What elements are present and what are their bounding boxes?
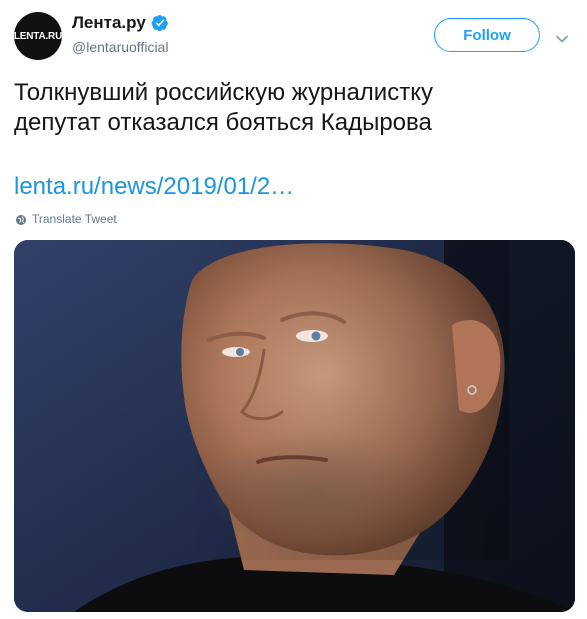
chevron-down-icon[interactable] bbox=[556, 30, 568, 43]
display-name[interactable]: Лента.ру bbox=[72, 13, 146, 33]
follow-button[interactable]: Follow bbox=[434, 18, 540, 52]
tweet-link[interactable]: lenta.ru/news/2019/01/2… bbox=[14, 172, 294, 202]
account-handle[interactable]: @lentaruofficial bbox=[72, 39, 168, 55]
tweet-text-line: депутат отказался бояться Кадырова bbox=[14, 109, 432, 136]
account-name-row: Лента.ру bbox=[72, 13, 169, 33]
globe-icon bbox=[15, 213, 27, 225]
tweet-card: LENTA.RU Лента.ру @lentaruofficial Follo… bbox=[0, 0, 587, 619]
avatar[interactable]: LENTA.RU bbox=[14, 12, 62, 60]
avatar-logo-text: LENTA.RU bbox=[13, 30, 63, 42]
verified-badge-icon bbox=[151, 14, 169, 32]
tweet-text-line: Толкнувший российскую журналистку bbox=[14, 79, 433, 106]
tweet-text: Толкнувший российскую журналистку депута… bbox=[14, 78, 574, 138]
photo-portrait bbox=[14, 240, 575, 612]
translate-tweet-label: Translate Tweet bbox=[32, 212, 117, 226]
translate-tweet-button[interactable]: Translate Tweet bbox=[15, 212, 117, 226]
tweet-media-photo[interactable] bbox=[14, 240, 575, 612]
